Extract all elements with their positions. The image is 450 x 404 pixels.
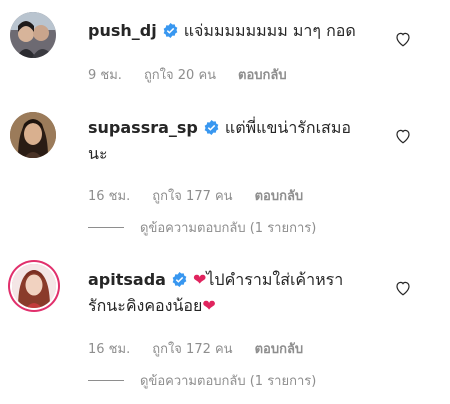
comment-time[interactable]: 16 ชม.	[88, 338, 130, 359]
comment-body-line-1: ไปคำรามใส่เค้าหรา	[206, 270, 344, 289]
red-heart-emoji-icon: ❤	[192, 270, 207, 289]
likes-count[interactable]: ถูกใจ 177 คน	[152, 185, 232, 206]
reply-button[interactable]: ตอบกลับ	[255, 338, 304, 359]
view-replies-button[interactable]: ดูข้อความตอบกลับ (1 รายการ)	[88, 370, 316, 391]
username[interactable]: supassra_sp	[88, 118, 198, 137]
comment-text: supassra_sp แต่พี่แขน่ารักเสมอ นะ	[88, 115, 388, 167]
verified-badge-icon	[204, 117, 219, 135]
heart-outline-icon[interactable]	[394, 127, 412, 145]
view-replies-button[interactable]: ดูข้อความตอบกลับ (1 รายการ)	[88, 217, 316, 238]
avatar[interactable]	[10, 12, 56, 58]
comment-text: apitsada ❤ไปคำรามใส่เค้าหรา รักนะคิงคองน้…	[88, 267, 388, 319]
verified-badge-icon	[163, 20, 178, 38]
comment-time[interactable]: 16 ชม.	[88, 185, 130, 206]
avatar[interactable]	[10, 112, 56, 158]
view-replies-label: ดูข้อความตอบกลับ (1 รายการ)	[140, 221, 317, 236]
comment-time[interactable]: 9 ชม.	[88, 64, 122, 85]
divider-line	[88, 380, 124, 381]
heart-outline-icon[interactable]	[394, 279, 412, 297]
divider-line	[88, 227, 124, 228]
comment-body: แจ่มมมมมมมม มาๆ กอด	[183, 21, 356, 40]
username[interactable]: apitsada	[88, 270, 166, 289]
comment-text: push_dj แจ่มมมมมมมม มาๆ กอด	[88, 18, 388, 44]
comment-body-line-1: แต่พี่แขน่ารักเสมอ	[224, 118, 351, 137]
reply-button[interactable]: ตอบกลับ	[255, 185, 304, 206]
verified-badge-icon	[172, 269, 187, 287]
likes-count[interactable]: ถูกใจ 20 คน	[144, 64, 216, 85]
reply-button[interactable]: ตอบกลับ	[238, 64, 287, 85]
username[interactable]: push_dj	[88, 21, 157, 40]
comment-meta: 16 ชม. ถูกใจ 177 คน ตอบกลับ	[88, 185, 325, 206]
comment-meta: 9 ชม. ถูกใจ 20 คน ตอบกลับ	[88, 64, 309, 85]
avatar[interactable]	[12, 264, 56, 308]
comment-body-line-2: รักนะคิงคองน้อย	[88, 296, 203, 315]
comment-body-line-2: นะ	[88, 144, 108, 163]
view-replies-label: ดูข้อความตอบกลับ (1 รายการ)	[140, 374, 317, 389]
red-heart-emoji-icon: ❤	[202, 296, 216, 315]
likes-count[interactable]: ถูกใจ 172 คน	[152, 338, 232, 359]
comment-meta: 16 ชม. ถูกใจ 172 คน ตอบกลับ	[88, 338, 325, 359]
heart-outline-icon[interactable]	[394, 30, 412, 48]
